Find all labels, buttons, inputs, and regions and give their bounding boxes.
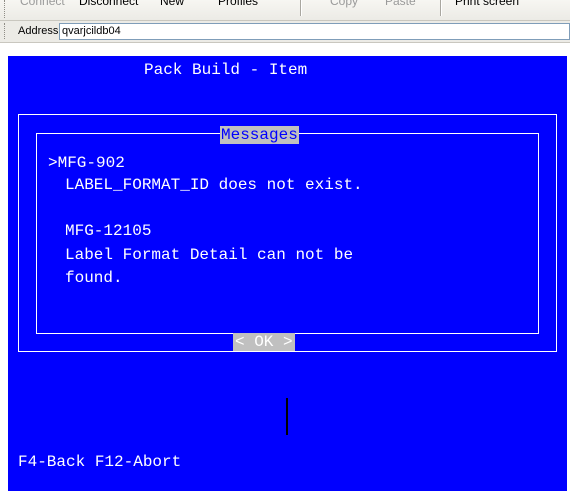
address-bar: Address qvarjcildb04 (0, 21, 570, 43)
address-input[interactable]: qvarjcildb04 (59, 23, 570, 40)
message-text: LABEL_FORMAT_ID does not exist. (65, 176, 363, 194)
toolbar: Connect Disconnect New Profiles Copy Pas… (0, 0, 570, 21)
messages-dialog-title: Messages (220, 126, 299, 144)
paste-button[interactable]: Paste (385, 0, 416, 8)
profiles-button[interactable]: Profiles (218, 0, 258, 8)
copy-button[interactable]: Copy (330, 0, 358, 8)
print-screen-button[interactable]: Print screen (455, 0, 519, 8)
disconnect-button[interactable]: Disconnect (79, 0, 138, 8)
toolbar-separator (300, 0, 302, 16)
address-bar-grip[interactable] (4, 23, 8, 39)
ok-button[interactable]: < OK > (233, 333, 295, 351)
text-cursor (286, 398, 288, 435)
message-text: found. (65, 269, 123, 287)
message-code: >MFG-902 (48, 154, 125, 172)
connect-button[interactable]: Connect (20, 0, 65, 8)
message-text: Label Format Detail can not be (65, 246, 354, 264)
screen-title: Pack Build - Item (144, 61, 308, 79)
terminal-left-frame (0, 43, 8, 491)
toolbar-grip[interactable] (4, 0, 8, 18)
terminal-emulator-window: Connect Disconnect New Profiles Copy Pas… (0, 0, 570, 491)
toolbar-separator (440, 0, 442, 16)
new-button[interactable]: New (160, 0, 184, 8)
message-code: MFG-12105 (65, 222, 152, 240)
function-key-legend: F4-Back F12-Abort (18, 453, 182, 471)
terminal-top-frame (8, 43, 567, 56)
address-label: Address (18, 25, 59, 37)
